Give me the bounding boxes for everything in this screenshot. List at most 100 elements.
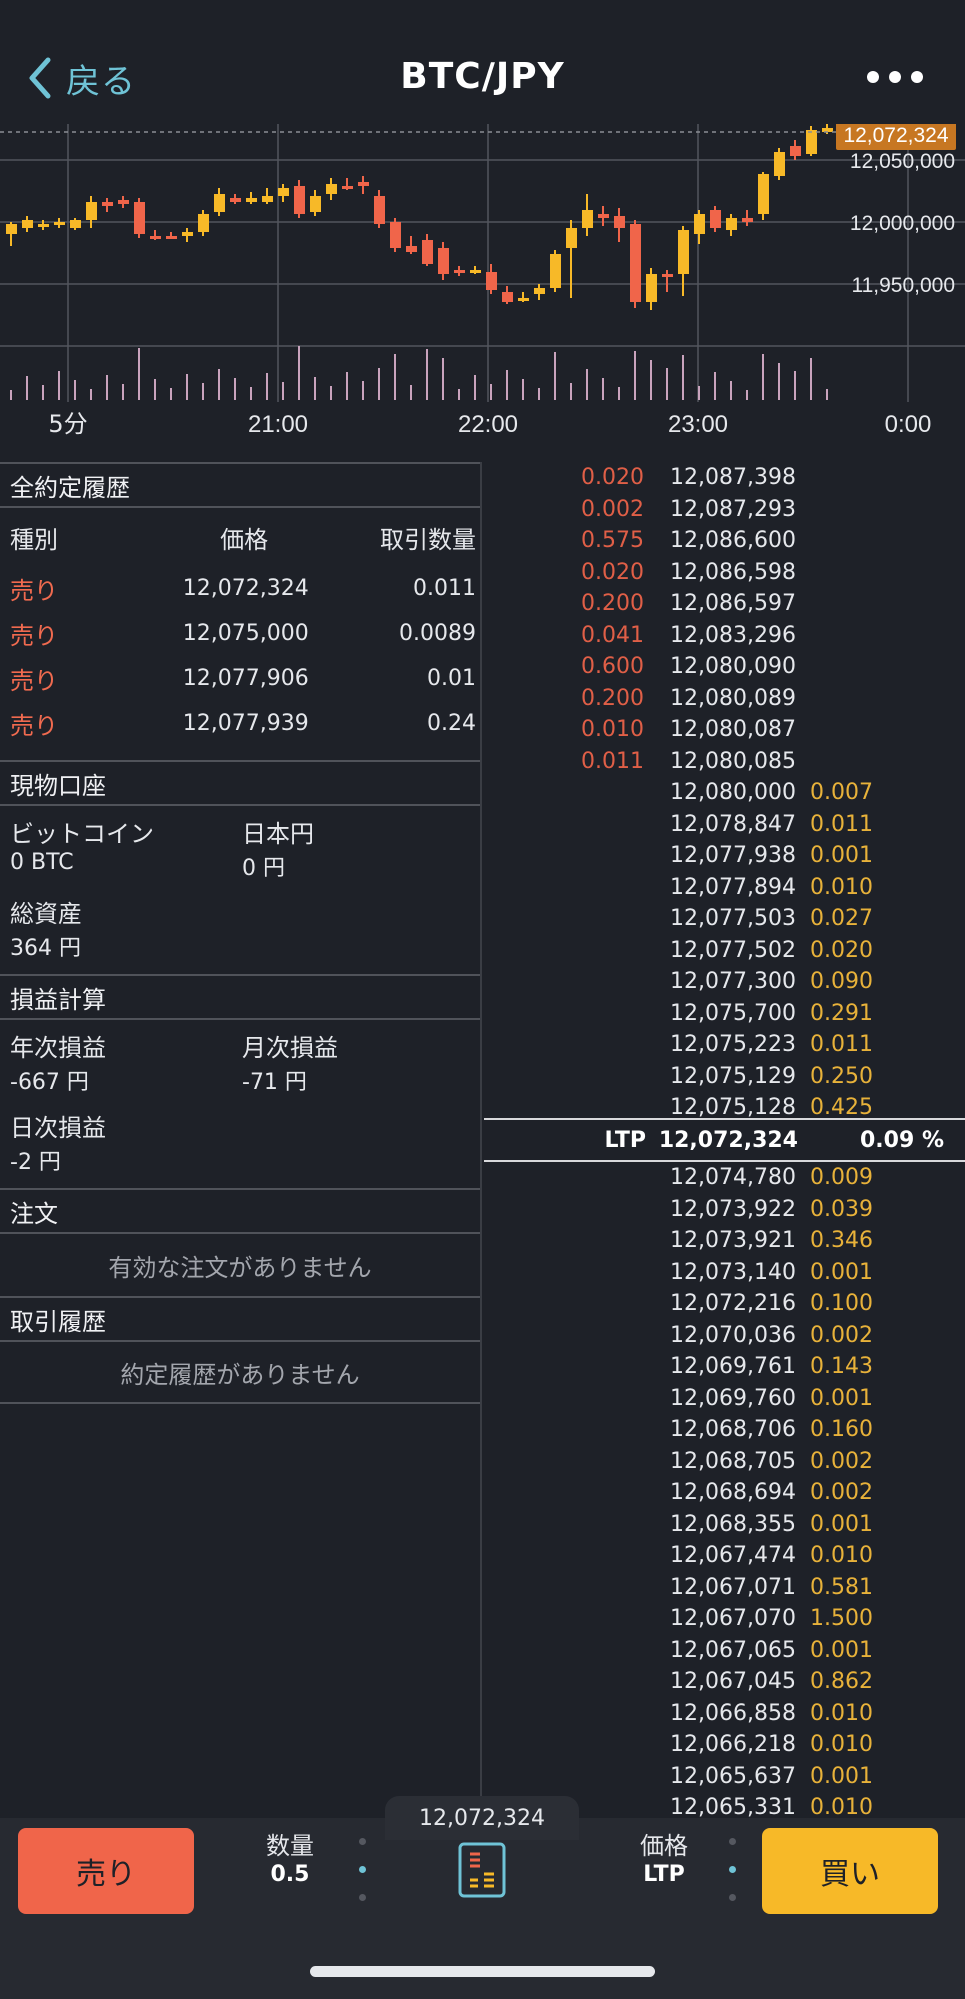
ask-qty: 0.041: [581, 622, 644, 648]
monthly-value: -71 円: [242, 1070, 307, 1095]
bid-row[interactable]: 12,067,070 1.500: [484, 1603, 965, 1635]
trade-price: 12,077,939: [182, 711, 309, 736]
all-trades-table: 種別 価格 取引数量 売り 12,072,324 0.011 売り 12,075,000…: [0, 508, 480, 760]
ask-row[interactable]: 12,075,223 0.011: [484, 1029, 965, 1061]
bid-row[interactable]: 12,067,065 0.001: [484, 1635, 965, 1667]
bid-row[interactable]: 12,069,760 0.001: [484, 1383, 965, 1415]
bid-price: 12,073,922: [670, 1196, 796, 1222]
bid-row[interactable]: 12,066,218 0.010: [484, 1729, 965, 1761]
page-title: BTC/JPY: [400, 56, 565, 97]
ltp-price: 12,072,324: [658, 1127, 798, 1153]
ask-row[interactable]: 0.600 12,080,090: [484, 651, 965, 683]
ask-qty: 0.020: [810, 937, 873, 963]
price-label-2: 12,000,000: [850, 212, 955, 235]
bid-row[interactable]: 12,067,474 0.010: [484, 1540, 965, 1572]
buy-button[interactable]: 買い: [762, 1828, 938, 1914]
ask-row[interactable]: 0.200 12,080,089: [484, 683, 965, 715]
ask-row[interactable]: 0.002 12,087,293: [484, 494, 965, 526]
jpy-label: 日本円: [242, 820, 314, 848]
sell-button[interactable]: 売り: [18, 1828, 194, 1914]
ask-row[interactable]: 12,077,938 0.001: [484, 840, 965, 872]
trades-header-row: 種別 価格 取引数量: [10, 508, 480, 566]
bid-qty: 0.001: [810, 1259, 873, 1285]
bids-list: 12,074,780 0.009 12,073,922 0.039 12,073,921…: [484, 1162, 965, 1822]
ltp-tab[interactable]: 12,072,324: [385, 1796, 579, 1840]
ask-row[interactable]: 0.020 12,086,598: [484, 557, 965, 589]
ask-row[interactable]: 12,075,700 0.291: [484, 998, 965, 1030]
bid-row[interactable]: 12,068,706 0.160: [484, 1414, 965, 1446]
ask-row[interactable]: 12,075,129 0.250: [484, 1061, 965, 1093]
bid-row[interactable]: 12,067,045 0.862: [484, 1666, 965, 1698]
ask-qty: 0.600: [581, 654, 644, 680]
bid-row[interactable]: 12,074,780 0.009: [484, 1162, 965, 1194]
ask-qty: 0.425: [810, 1095, 873, 1121]
bid-row[interactable]: 12,073,921 0.346: [484, 1225, 965, 1257]
ask-qty: 0.200: [581, 591, 644, 617]
price-selector[interactable]: 価格 LTP: [614, 1826, 714, 1887]
ask-row[interactable]: 0.200 12,086,597: [484, 588, 965, 620]
ask-price: 12,080,000: [670, 780, 796, 806]
ask-qty: 0.020: [581, 465, 644, 491]
ask-row[interactable]: 0.020 12,087,398: [484, 462, 965, 494]
bid-price: 12,068,706: [670, 1417, 796, 1443]
ask-price: 12,086,600: [670, 528, 796, 554]
ask-row[interactable]: 12,077,300 0.090: [484, 966, 965, 998]
bid-row[interactable]: 12,068,694 0.002: [484, 1477, 965, 1509]
ask-qty: 0.002: [581, 496, 644, 522]
ask-qty: 0.007: [810, 780, 873, 806]
bid-row[interactable]: 12,073,922 0.039: [484, 1194, 965, 1226]
ask-row[interactable]: 12,080,000 0.007: [484, 777, 965, 809]
ask-price: 12,086,598: [670, 559, 796, 585]
trade-price: 12,077,906: [182, 666, 309, 691]
bid-qty: 0.009: [810, 1165, 873, 1191]
price-value: LTP: [643, 1862, 685, 1887]
ask-price: 12,083,296: [670, 622, 796, 648]
ask-row[interactable]: 0.575 12,086,600: [484, 525, 965, 557]
bid-row[interactable]: 12,068,705 0.002: [484, 1446, 965, 1478]
bid-row[interactable]: 12,072,216 0.100: [484, 1288, 965, 1320]
ask-row[interactable]: 12,078,847 0.011: [484, 809, 965, 841]
trade-history-title: 取引履歴: [0, 1296, 480, 1342]
bid-row[interactable]: 12,070,036 0.002: [484, 1320, 965, 1352]
bid-qty: 0.010: [810, 1543, 873, 1569]
quantity-stepper[interactable]: 数量 0.5: [240, 1826, 340, 1887]
bid-row[interactable]: 12,065,637 0.001: [484, 1761, 965, 1793]
ask-qty: 0.250: [810, 1063, 873, 1089]
bid-row[interactable]: 12,069,761 0.143: [484, 1351, 965, 1383]
ask-price: 12,080,090: [670, 654, 796, 680]
ask-row[interactable]: 12,077,894 0.010: [484, 872, 965, 904]
bid-qty: 0.862: [810, 1669, 873, 1695]
trade-side: 売り: [10, 667, 58, 695]
order-book[interactable]: 0.020 12,087,398 0.002 12,087,293 0.575 12,08…: [484, 462, 965, 1822]
bid-row[interactable]: 12,073,140 0.001: [484, 1257, 965, 1289]
bid-row[interactable]: 12,068,355 0.001: [484, 1509, 965, 1541]
left-panels: 全約定履歴 種別 価格 取引数量 売り 12,072,324 0.011 売り 12,0…: [0, 462, 482, 1822]
trade-side: 売り: [10, 622, 58, 650]
bid-price: 12,074,780: [670, 1165, 796, 1191]
time-label-4: 0:00: [885, 411, 932, 438]
more-options-icon[interactable]: [867, 62, 923, 92]
bid-qty: 0.160: [810, 1417, 873, 1443]
interval-label[interactable]: 5分: [48, 410, 87, 438]
ask-row[interactable]: 12,077,502 0.020: [484, 935, 965, 967]
trade-row: 売り 12,077,906 0.01: [10, 656, 480, 701]
bid-row[interactable]: 12,067,071 0.581: [484, 1572, 965, 1604]
asks-list: 0.020 12,087,398 0.002 12,087,293 0.575 12,08…: [484, 462, 965, 1124]
ask-row[interactable]: 0.011 12,080,085: [484, 746, 965, 778]
order-book-icon[interactable]: [458, 1842, 506, 1898]
trade-row: 売り 12,072,324 0.011: [10, 566, 480, 611]
bid-qty: 0.143: [810, 1354, 873, 1380]
bid-qty: 0.001: [810, 1637, 873, 1663]
trade-price: 12,072,324: [182, 576, 309, 601]
candlestick-chart[interactable]: 12,072,324 12,050,000 12,000,000 11,950,…: [0, 124, 965, 454]
orders-title: 注文: [0, 1188, 480, 1234]
pnl-title: 損益計算: [0, 974, 480, 1020]
ask-price: 12,080,087: [670, 717, 796, 743]
ask-row[interactable]: 0.041 12,083,296: [484, 620, 965, 652]
home-indicator[interactable]: [310, 1966, 655, 1977]
bid-row[interactable]: 12,066,858 0.010: [484, 1698, 965, 1730]
price-chart[interactable]: 12,072,324 12,050,000 12,000,000 11,950,…: [0, 124, 965, 454]
ask-row[interactable]: 0.010 12,080,087: [484, 714, 965, 746]
ask-row[interactable]: 12,077,503 0.027: [484, 903, 965, 935]
ask-qty: 0.010: [581, 717, 644, 743]
